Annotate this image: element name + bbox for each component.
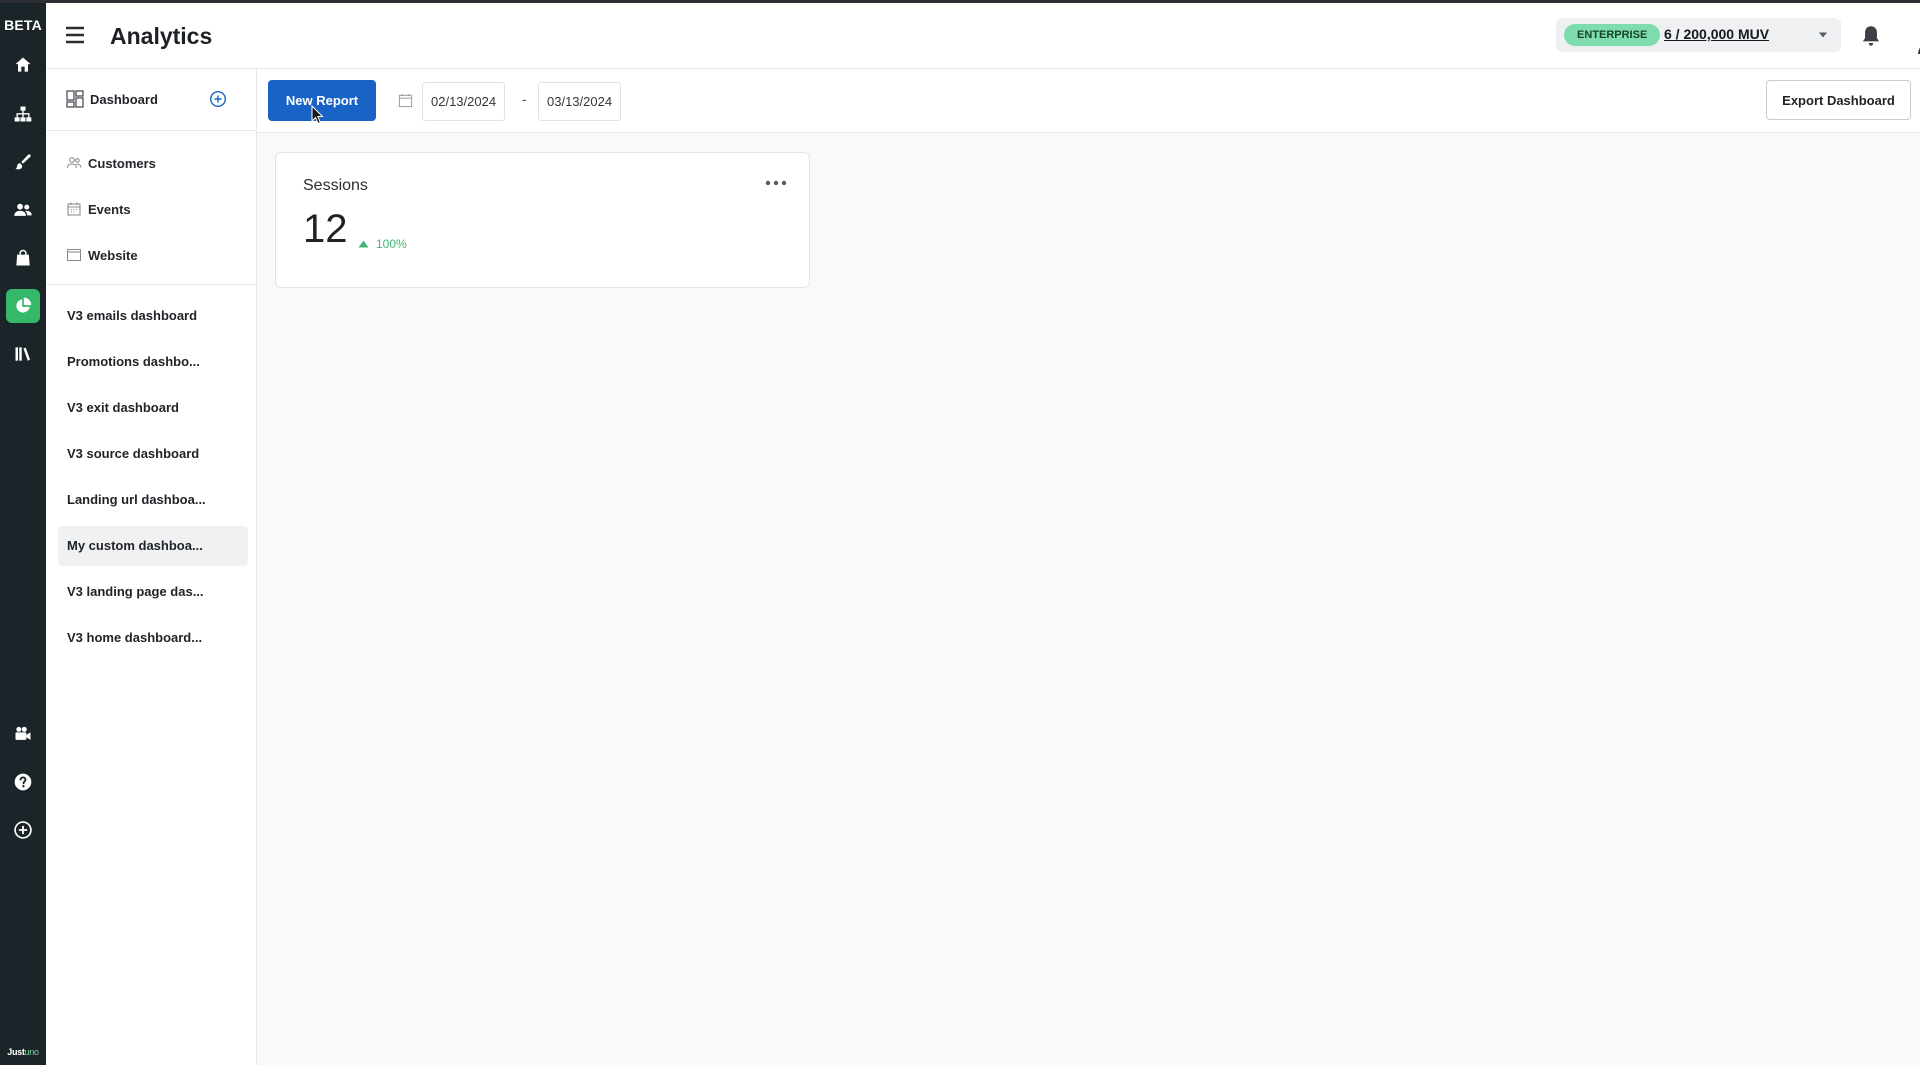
start-date-input[interactable]: 02/13/2024 xyxy=(422,82,506,121)
user-avatar[interactable] xyxy=(1914,18,1920,54)
sidebar-dashboard-item[interactable]: V3 home dashboard... xyxy=(58,618,248,658)
customers-icon xyxy=(66,157,82,169)
nav-library[interactable] xyxy=(6,337,40,371)
sessions-report-card[interactable]: Sessions 12 100% xyxy=(275,152,810,288)
sidebar-dashboard-item[interactable]: V3 exit dashboard xyxy=(58,388,248,428)
chevron-down-icon[interactable] xyxy=(1818,31,1828,39)
sidebar-dashboard-item[interactable]: V3 landing page das... xyxy=(58,572,248,612)
sidebar-item-label: Events xyxy=(88,201,131,217)
add-dashboard-icon[interactable] xyxy=(209,90,227,108)
nav-audience[interactable] xyxy=(6,193,40,227)
metric-change-percent: 100% xyxy=(376,237,407,251)
beta-label: BETA xyxy=(4,17,42,33)
analytics-sidebar: Dashboard Customers Events Website V3 em… xyxy=(46,69,257,1065)
dashboard-nav-item[interactable]: Dashboard xyxy=(66,90,158,108)
brand-logo: Justuno xyxy=(7,1047,39,1057)
hamburger-menu-icon[interactable] xyxy=(63,23,87,47)
users-icon xyxy=(14,203,32,216)
sidebar-dashboard-item[interactable]: V3 emails dashboard xyxy=(58,296,248,336)
library-icon xyxy=(15,347,31,361)
sidebar-dashboard-item[interactable]: Promotions dashbo... xyxy=(58,342,248,382)
sidebar-item-events[interactable]: Events xyxy=(66,201,131,217)
nav-help[interactable] xyxy=(6,765,40,799)
sidebar-dashboard-item[interactable]: Landing url dashboa... xyxy=(58,480,248,520)
nav-design[interactable] xyxy=(6,145,40,179)
notifications-bell-icon[interactable] xyxy=(1858,23,1884,49)
sidebar-item-website[interactable]: Website xyxy=(66,247,138,263)
sidebar-divider xyxy=(46,284,256,285)
report-card-title: Sessions xyxy=(303,177,368,194)
plan-usage-widget[interactable]: ENTERPRISE 6 / 200,000 MUV xyxy=(1556,18,1841,52)
nav-home[interactable] xyxy=(6,48,40,82)
dashboard-layout-icon xyxy=(66,90,84,108)
sidebar-item-label: Customers xyxy=(88,155,156,171)
sidebar-dashboard-item[interactable]: V3 source dashboard xyxy=(58,434,248,474)
browser-window-icon xyxy=(66,248,82,262)
export-dashboard-button[interactable]: Export Dashboard xyxy=(1766,80,1911,120)
nav-video[interactable] xyxy=(6,717,40,751)
trend-up-icon xyxy=(358,240,369,248)
nav-commerce[interactable] xyxy=(6,241,40,275)
muv-usage-link[interactable]: 6 / 200,000 MUV xyxy=(1664,26,1769,42)
pie-chart-icon xyxy=(16,297,32,313)
metric-value: 12 xyxy=(303,207,348,251)
video-camera-icon xyxy=(15,726,31,740)
top-header: Analytics ENTERPRISE 6 / 200,000 MUV xyxy=(46,3,1920,69)
more-options-icon[interactable] xyxy=(765,179,787,187)
calendar-icon[interactable] xyxy=(398,93,413,108)
sitemap-icon xyxy=(14,106,32,122)
brush-icon xyxy=(15,154,31,170)
sidebar-item-customers[interactable]: Customers xyxy=(66,155,156,171)
main-nav-rail: BETA Justuno xyxy=(0,3,46,1065)
sidebar-divider xyxy=(46,130,256,131)
sidebar-dashboard-item-selected[interactable]: My custom dashboa... xyxy=(58,526,248,566)
nav-add[interactable] xyxy=(6,813,40,847)
mouse-cursor-icon xyxy=(311,105,324,125)
help-icon xyxy=(14,773,32,791)
dashboard-toolbar: New Report 02/13/2024 - 03/13/2024 Expor… xyxy=(257,69,1920,133)
shopping-bag-icon xyxy=(16,249,30,266)
plus-circle-icon xyxy=(14,821,32,839)
sidebar-item-label: Website xyxy=(88,247,138,263)
nav-sitemap[interactable] xyxy=(6,97,40,131)
dashboard-nav-label: Dashboard xyxy=(90,91,158,107)
page-title: Analytics xyxy=(110,23,213,49)
home-icon xyxy=(15,57,31,72)
calendar-icon xyxy=(67,202,81,216)
plan-badge: ENTERPRISE xyxy=(1564,24,1661,46)
end-date-input[interactable]: 03/13/2024 xyxy=(538,82,622,121)
nav-analytics[interactable] xyxy=(6,289,40,323)
date-range-separator: - xyxy=(522,91,527,107)
